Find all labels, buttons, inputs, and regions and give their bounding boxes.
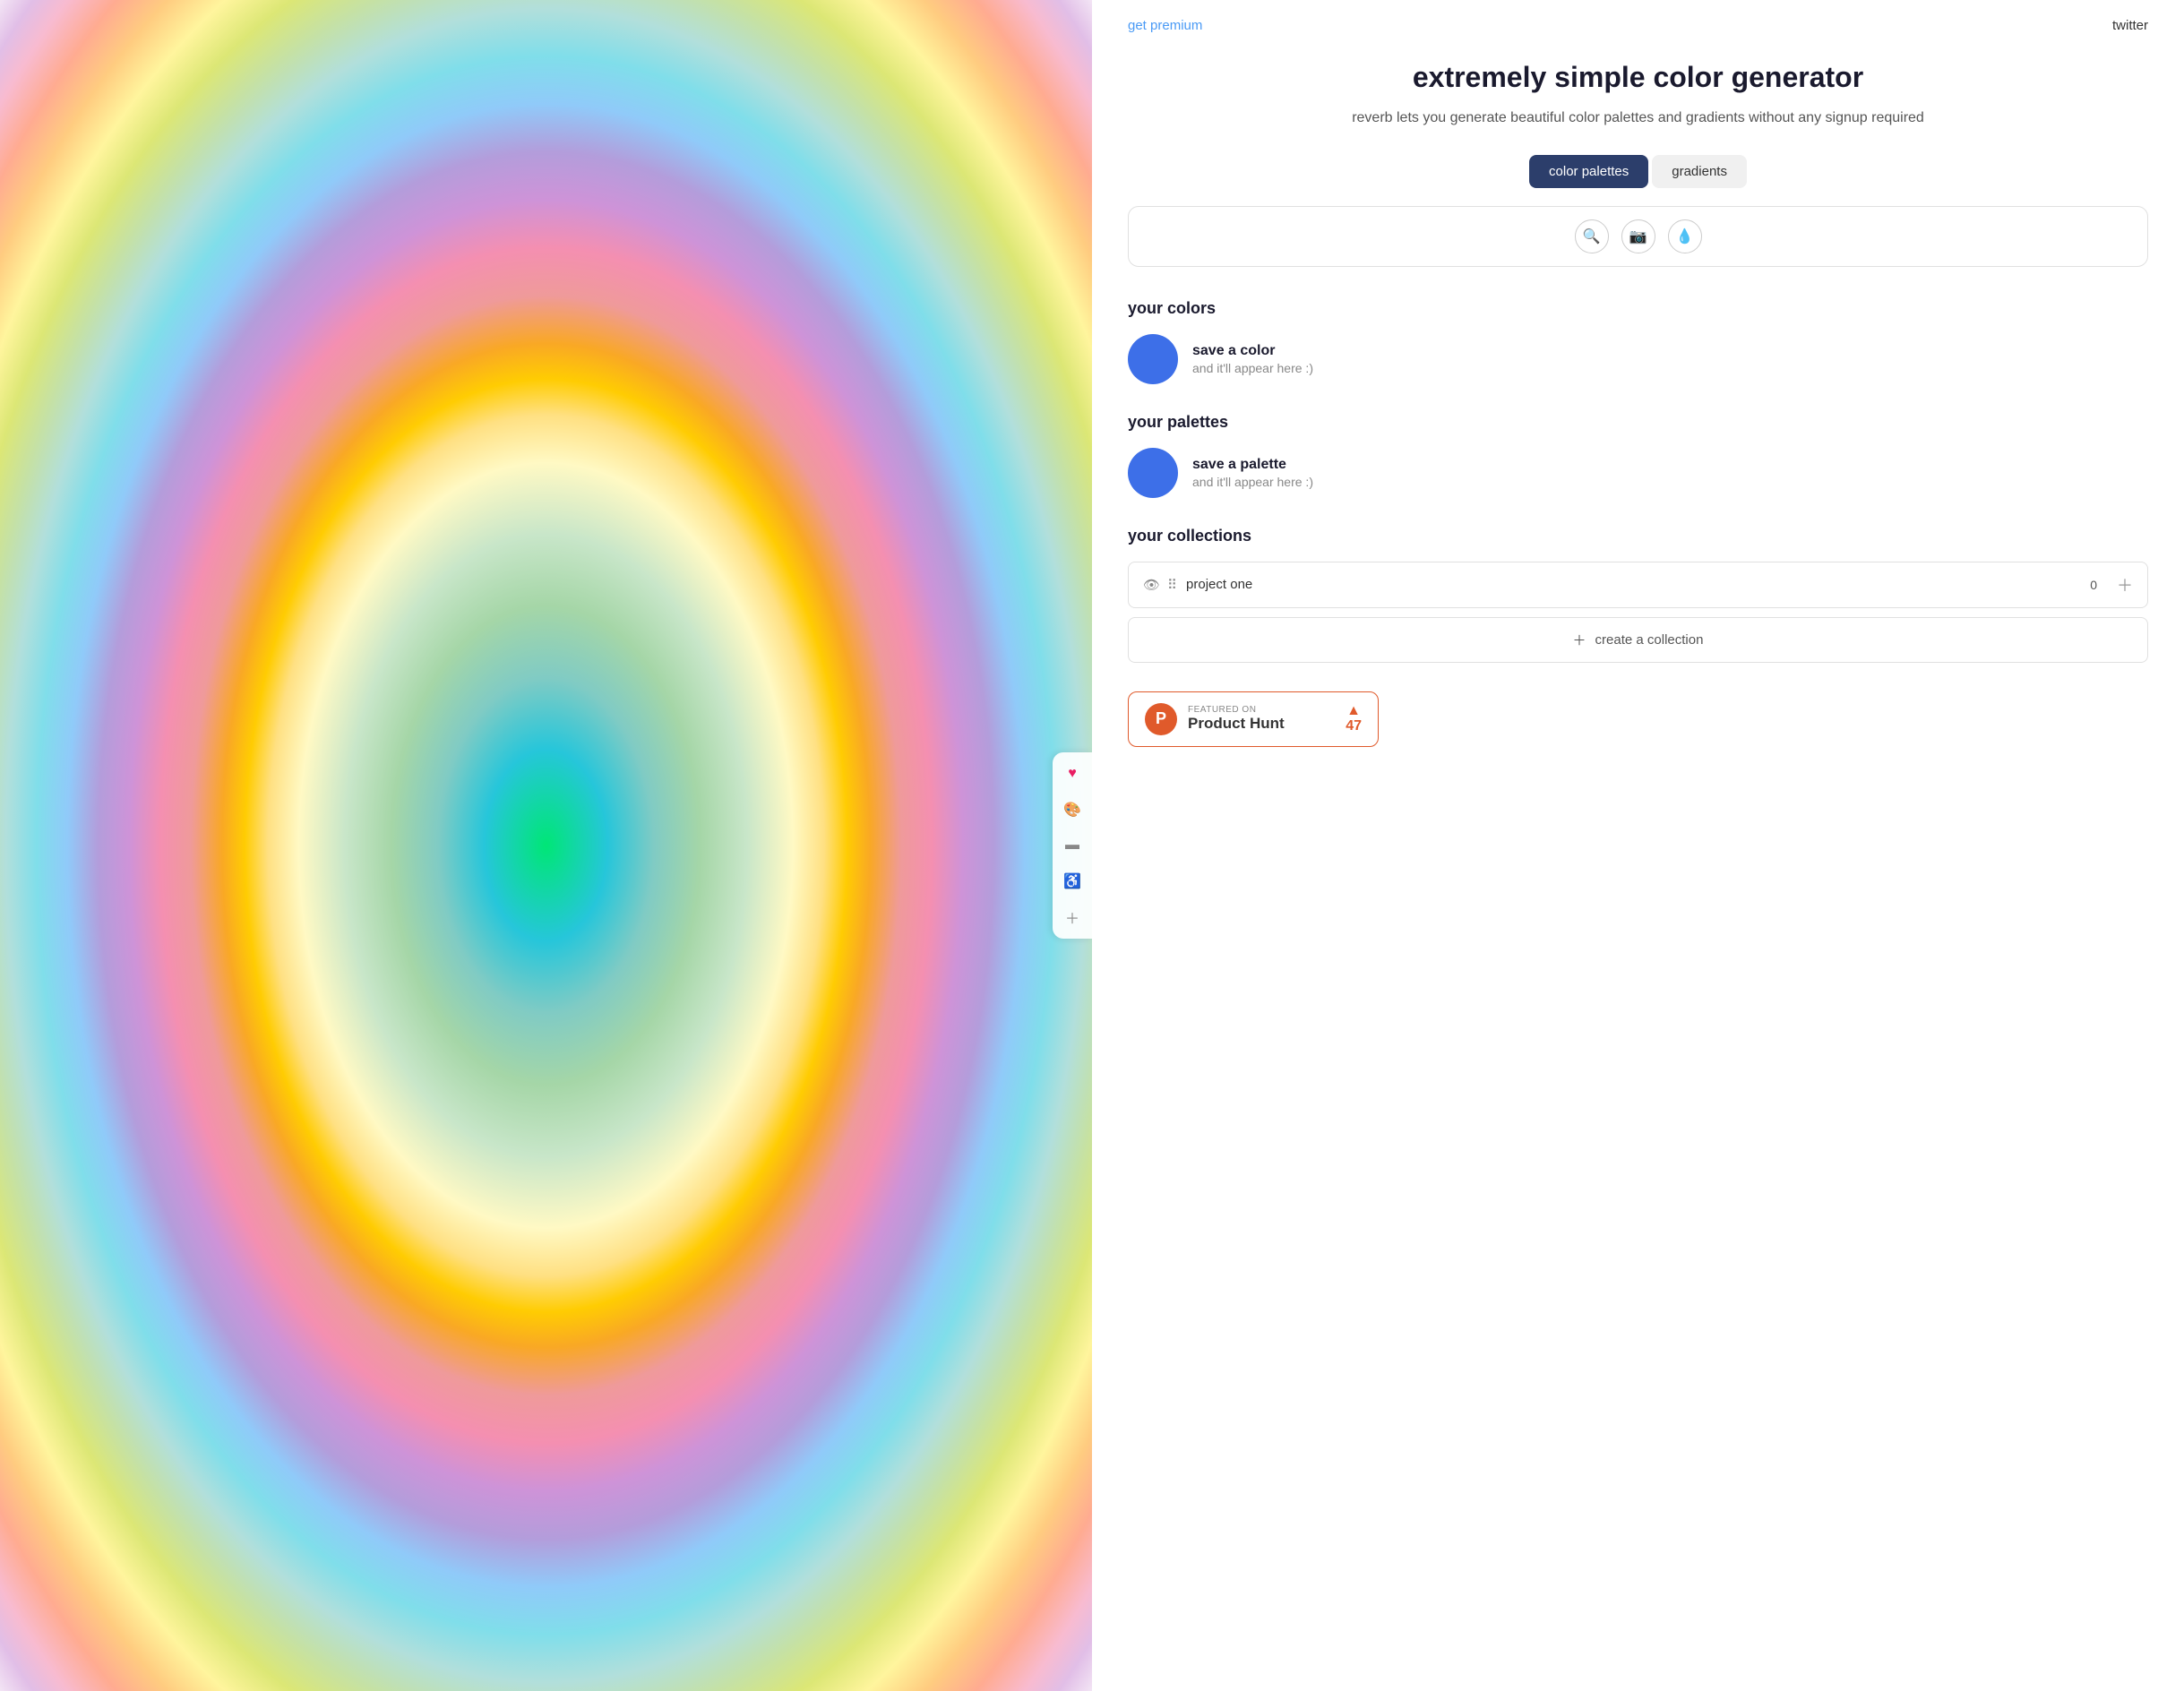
tab-color-palettes[interactable]: color palettes [1529,155,1648,188]
search-icon: 🔍 [1583,227,1601,245]
tab-gradients[interactable]: gradients [1652,155,1747,188]
add-icon[interactable]: ＋ [1060,905,1085,930]
drag-icon: ⠿ [1167,577,1177,593]
collection-add-icon[interactable]: ＋ [2117,573,2133,597]
accessibility-icon[interactable]: ♿ [1060,869,1085,894]
palette-circle-placeholder [1128,448,1178,498]
camera-button[interactable]: 📷 [1621,219,1655,253]
side-toolbar: ♥ 🎨 ▬ ♿ ＋ [1053,752,1092,939]
hero-title: extremely simple color generator [1128,60,2148,94]
upvote-arrow-icon: ▲ [1346,704,1361,718]
gradient-panel: ♥ 🎨 ▬ ♿ ＋ [0,0,1092,1691]
right-panel: get premium twitter extremely simple col… [1092,0,2184,1691]
gradient-background [0,0,1092,1691]
collection-name: project one [1186,577,2081,592]
collection-icons: 👁 ⠿ [1143,577,1177,593]
save-palette-placeholder: save a palette and it'll appear here :) [1128,448,2148,498]
hero-section: extremely simple color generator reverb … [1128,60,2148,130]
dropper-button[interactable]: 💧 [1668,219,1702,253]
plus-icon: ＋ [1573,631,1586,649]
upvote-count: 47 [1346,718,1362,734]
create-collection-label: create a collection [1595,632,1704,648]
get-premium-link[interactable]: get premium [1128,18,1202,33]
product-hunt-badge[interactable]: P FEATURED ON Product Hunt ▲ 47 [1128,691,1379,747]
twitter-link[interactable]: twitter [2112,18,2148,33]
bookmark-icon[interactable]: ▬ [1060,833,1085,858]
color-circle-placeholder [1128,334,1178,384]
your-collections-title: your collections [1128,527,2148,545]
search-bar: 🔍 📷 💧 [1128,206,2148,267]
your-colors-title: your colors [1128,299,2148,318]
palette-icon[interactable]: 🎨 [1060,797,1085,822]
your-collections-section: your collections 👁 ⠿ project one 0 ＋ ＋ c… [1128,527,2148,663]
product-hunt-text: FEATURED ON Product Hunt [1188,705,1335,733]
hero-subtitle: reverb lets you generate beautiful color… [1128,107,2148,130]
collection-item[interactable]: 👁 ⠿ project one 0 ＋ [1128,562,2148,608]
search-button[interactable]: 🔍 [1575,219,1609,253]
top-nav: get premium twitter [1128,0,2148,60]
featured-on-label: FEATURED ON [1188,705,1335,715]
your-palettes-section: your palettes save a palette and it'll a… [1128,413,2148,498]
your-colors-section: your colors save a color and it'll appea… [1128,299,2148,384]
create-collection-button[interactable]: ＋ create a collection [1128,617,2148,663]
your-palettes-title: your palettes [1128,413,2148,432]
tab-bar: color palettes gradients [1128,155,2148,188]
product-hunt-upvote[interactable]: ▲ 47 [1346,704,1362,734]
heart-icon[interactable]: ♥ [1060,761,1085,786]
camera-icon: 📷 [1629,227,1647,245]
save-color-placeholder: save a color and it'll appear here :) [1128,334,2148,384]
product-hunt-name: Product Hunt [1188,715,1335,733]
save-color-title: save a color [1192,343,1313,359]
eye-icon: 👁 [1143,577,1160,593]
save-palette-title: save a palette [1192,457,1313,473]
product-hunt-logo: P [1145,703,1177,735]
save-palette-sub: and it'll appear here :) [1192,475,1313,489]
collection-count: 0 [2090,578,2097,592]
dropper-icon: 💧 [1676,227,1694,245]
save-color-sub: and it'll appear here :) [1192,361,1313,375]
